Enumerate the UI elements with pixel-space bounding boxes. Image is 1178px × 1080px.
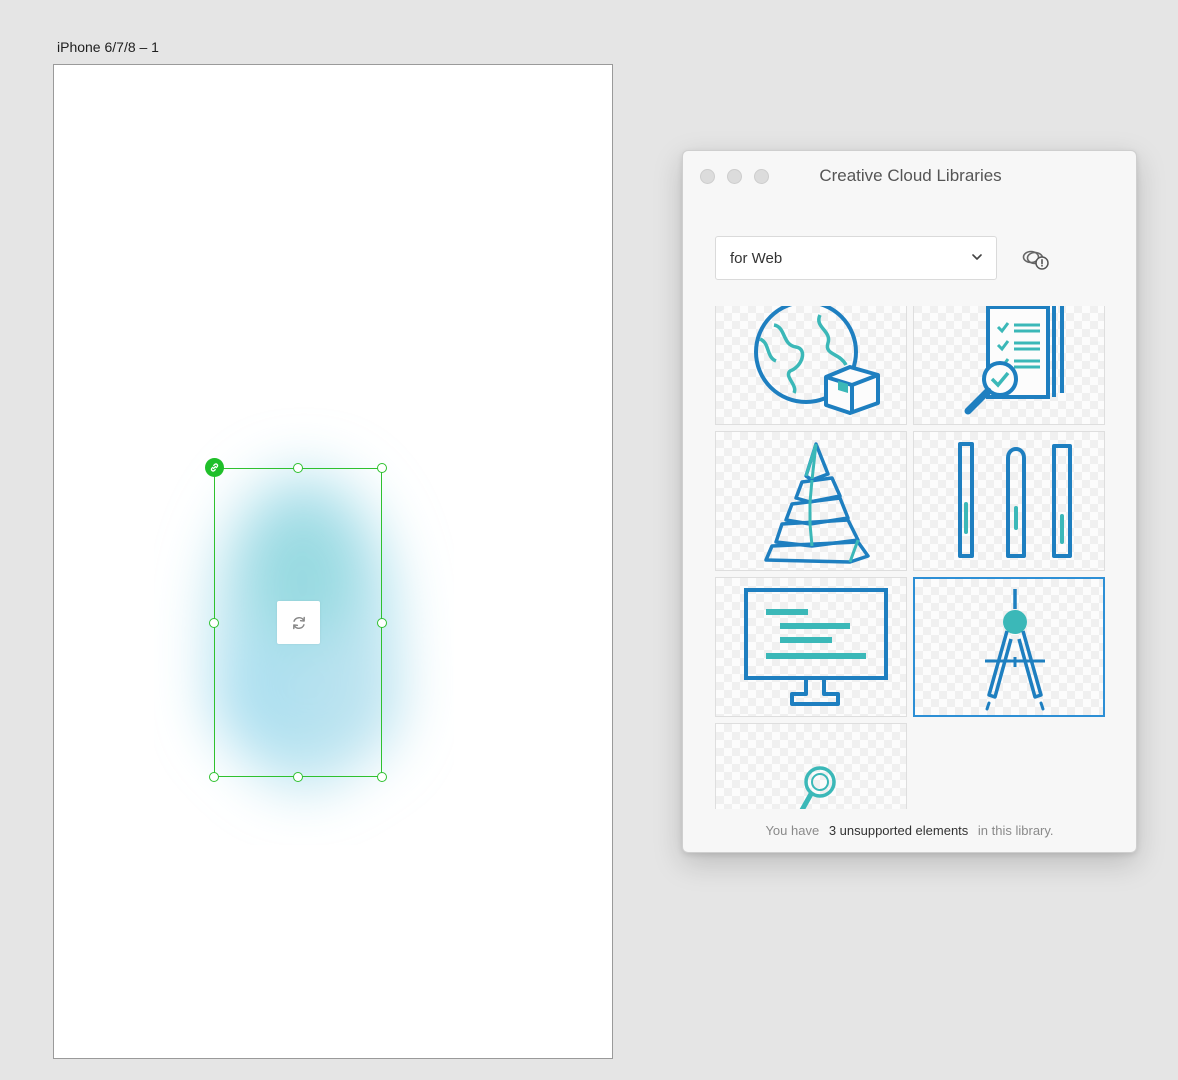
magnifier-icon xyxy=(799,766,836,809)
refresh-image-button[interactable] xyxy=(277,601,320,644)
resize-handle-bottom-left[interactable] xyxy=(209,772,219,782)
resize-handle-bottom-right[interactable] xyxy=(377,772,387,782)
compass-tool-icon xyxy=(985,589,1045,711)
linked-asset-icon[interactable] xyxy=(205,458,224,477)
resize-handle-middle-left[interactable] xyxy=(209,618,219,628)
asset-tile[interactable] xyxy=(913,306,1105,425)
library-select[interactable]: for Web xyxy=(715,236,997,280)
asset-tile[interactable] xyxy=(715,306,907,425)
chevron-down-icon xyxy=(972,254,982,260)
asset-tile[interactable] xyxy=(715,431,907,571)
unsupported-elements-note: You have 3 unsupported elements in this … xyxy=(683,823,1136,838)
panel-title: Creative Cloud Libraries xyxy=(819,166,1002,185)
globe-package-icon xyxy=(754,306,880,415)
library-select-value: for Web xyxy=(730,249,783,267)
asset-tile[interactable] xyxy=(715,577,907,717)
asset-tile[interactable] xyxy=(715,723,907,809)
resize-handle-bottom-center[interactable] xyxy=(293,772,303,782)
footer-suffix: in this library. xyxy=(977,823,1054,838)
cloud-sync-warning-icon[interactable] xyxy=(1021,247,1051,273)
resize-handle-top-center[interactable] xyxy=(293,463,303,473)
test-tubes-icon xyxy=(958,442,1072,558)
resize-handle-middle-right[interactable] xyxy=(377,618,387,628)
unsupported-elements-link[interactable]: 3 unsupported elements xyxy=(829,823,968,838)
artboard[interactable] xyxy=(53,64,613,1059)
artboard-label[interactable]: iPhone 6/7/8 – 1 xyxy=(57,39,159,55)
checklist-magnifier-icon xyxy=(964,306,1064,415)
cc-libraries-panel: Creative Cloud Libraries for Web You hav… xyxy=(682,150,1137,853)
refresh-icon xyxy=(292,616,305,629)
library-assets-grid xyxy=(715,306,1107,809)
asset-tile[interactable] xyxy=(913,431,1105,571)
footer-prefix: You have xyxy=(765,823,820,838)
monitor-gantt-icon xyxy=(744,588,888,706)
pyramid-icon xyxy=(764,442,870,564)
resize-handle-top-right[interactable] xyxy=(377,463,387,473)
asset-tile-selected[interactable] xyxy=(913,577,1105,717)
